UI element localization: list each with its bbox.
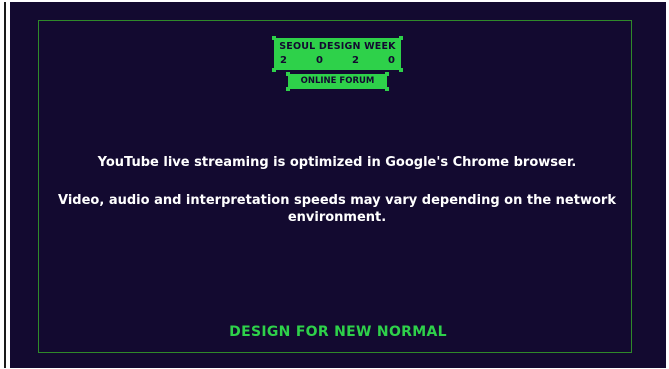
logo-subtitle: ONLINE FORUM [300, 76, 375, 86]
logo-subtitle-block: ONLINE FORUM [288, 74, 387, 89]
logo-corner-mark [272, 68, 276, 72]
logo-corner-mark [385, 87, 389, 91]
logo-corner-mark [385, 72, 389, 76]
notice-browser: YouTube live streaming is optimized in G… [97, 155, 577, 170]
tagline: DESIGN FOR NEW NORMAL [229, 324, 447, 340]
logo-year-digit: 0 [316, 55, 323, 66]
logo-year-digit: 2 [352, 55, 359, 66]
logo-main-block: SEOUL DESIGN WEEK 2 0 2 0 [274, 38, 401, 70]
logo-title: SEOUL DESIGN WEEK [279, 41, 396, 52]
logo-corner-mark [286, 72, 290, 76]
logo-corner-mark [272, 36, 276, 40]
seoul-design-week-logo: SEOUL DESIGN WEEK 2 0 2 0 ONLINE FORUM [272, 36, 403, 91]
notice-network: Video, audio and interpretation speeds m… [58, 193, 616, 225]
logo-year-digit: 0 [388, 55, 395, 66]
logo-corner-mark [399, 68, 403, 72]
video-screen: SEOUL DESIGN WEEK 2 0 2 0 ONLINE FORUM Y… [10, 2, 666, 368]
left-divider-line [4, 2, 6, 368]
logo-corner-mark [399, 36, 403, 40]
logo-year-digit: 2 [280, 55, 287, 66]
logo-year: 2 0 2 0 [280, 55, 395, 66]
logo-corner-mark [286, 87, 290, 91]
